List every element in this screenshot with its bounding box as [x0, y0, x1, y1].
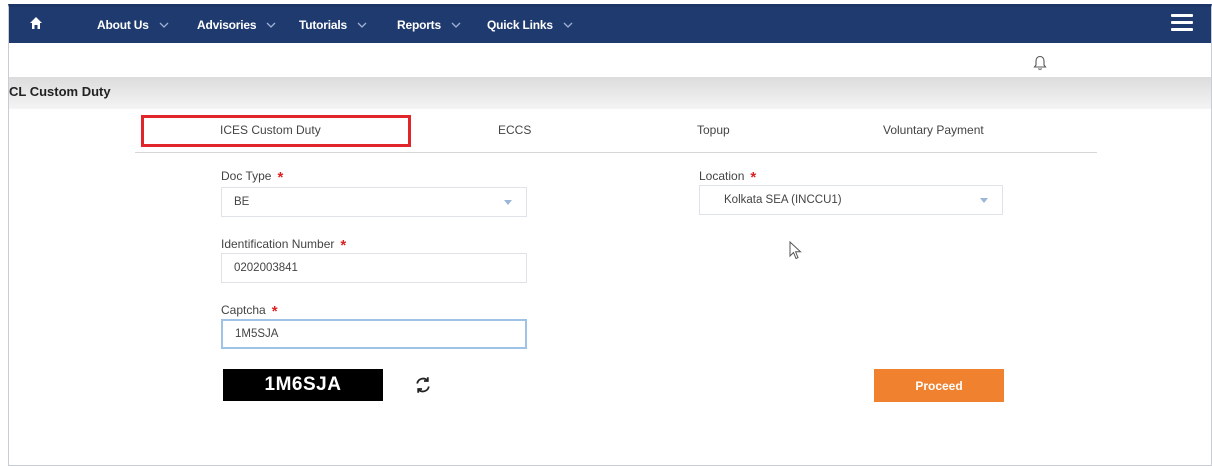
- nav-quick-links-label: Quick Links: [487, 18, 553, 32]
- doc-type-label: Doc Type *: [221, 167, 284, 186]
- nav-tutorials-label: Tutorials: [299, 18, 347, 32]
- chevron-down-icon: [357, 22, 367, 28]
- tab-voluntary-payment[interactable]: Voluntary Payment: [883, 123, 984, 137]
- doc-type-select[interactable]: BE: [221, 187, 527, 217]
- identification-number-label-text: Identification Number: [221, 237, 335, 251]
- location-select[interactable]: Kolkata SEA (INCCU1): [699, 185, 1003, 215]
- required-marker: *: [277, 169, 284, 186]
- nav-advisories-label: Advisories: [197, 18, 257, 32]
- page-title: CL Custom Duty: [9, 84, 111, 99]
- nav-reports-label: Reports: [397, 18, 441, 32]
- identification-number-label: Identification Number *: [221, 235, 347, 254]
- page-title-bar: CL Custom Duty: [9, 77, 1211, 109]
- hamburger-menu-icon[interactable]: [1171, 14, 1193, 32]
- location-value: Kolkata SEA (INCCU1): [724, 194, 842, 206]
- doc-type-label-text: Doc Type: [221, 169, 272, 183]
- nav-about-us[interactable]: About Us: [97, 7, 169, 43]
- tab-eccs[interactable]: ECCS: [498, 123, 531, 137]
- captcha-image: 1M6SJA: [223, 369, 383, 401]
- nav-advisories[interactable]: Advisories: [197, 7, 276, 43]
- required-marker: *: [750, 169, 757, 186]
- identification-number-value: 0202003841: [234, 262, 298, 274]
- chevron-down-icon: [451, 22, 461, 28]
- top-nav: About Us Advisories Tutorials Reports Qu…: [9, 7, 1211, 43]
- captcha-label-text: Captcha: [221, 303, 266, 317]
- identification-number-input[interactable]: 0202003841: [221, 253, 527, 283]
- location-label: Location *: [699, 167, 757, 186]
- captcha-input-value: 1M5SJA: [235, 328, 279, 340]
- location-label-text: Location: [699, 169, 745, 183]
- chevron-down-icon: [159, 22, 169, 28]
- chevron-down-icon: [563, 22, 573, 28]
- proceed-button[interactable]: Proceed: [874, 369, 1004, 402]
- nav-about-us-label: About Us: [97, 18, 149, 32]
- doc-type-value: BE: [234, 196, 250, 208]
- chevron-down-icon: [266, 22, 276, 28]
- required-marker: *: [340, 237, 347, 254]
- dropdown-arrow-icon: [504, 200, 512, 205]
- mouse-cursor-icon: [789, 241, 802, 260]
- nav-reports[interactable]: Reports: [397, 7, 461, 43]
- app-frame: About Us Advisories Tutorials Reports Qu…: [8, 4, 1212, 466]
- tab-topup[interactable]: Topup: [697, 123, 730, 137]
- captcha-input[interactable]: 1M5SJA: [221, 319, 527, 349]
- refresh-icon[interactable]: [413, 375, 433, 395]
- nav-quick-links[interactable]: Quick Links: [487, 7, 573, 43]
- payment-tabs: ICES Custom Duty ECCS Topup Voluntary Pa…: [135, 113, 1097, 153]
- home-icon[interactable]: [29, 16, 43, 30]
- bell-icon[interactable]: [1033, 55, 1047, 71]
- tab-ices-custom-duty[interactable]: ICES Custom Duty: [220, 123, 321, 137]
- captcha-label: Captcha *: [221, 301, 278, 320]
- required-marker: *: [271, 303, 278, 320]
- nav-tutorials[interactable]: Tutorials: [299, 7, 367, 43]
- dropdown-arrow-icon: [980, 198, 988, 203]
